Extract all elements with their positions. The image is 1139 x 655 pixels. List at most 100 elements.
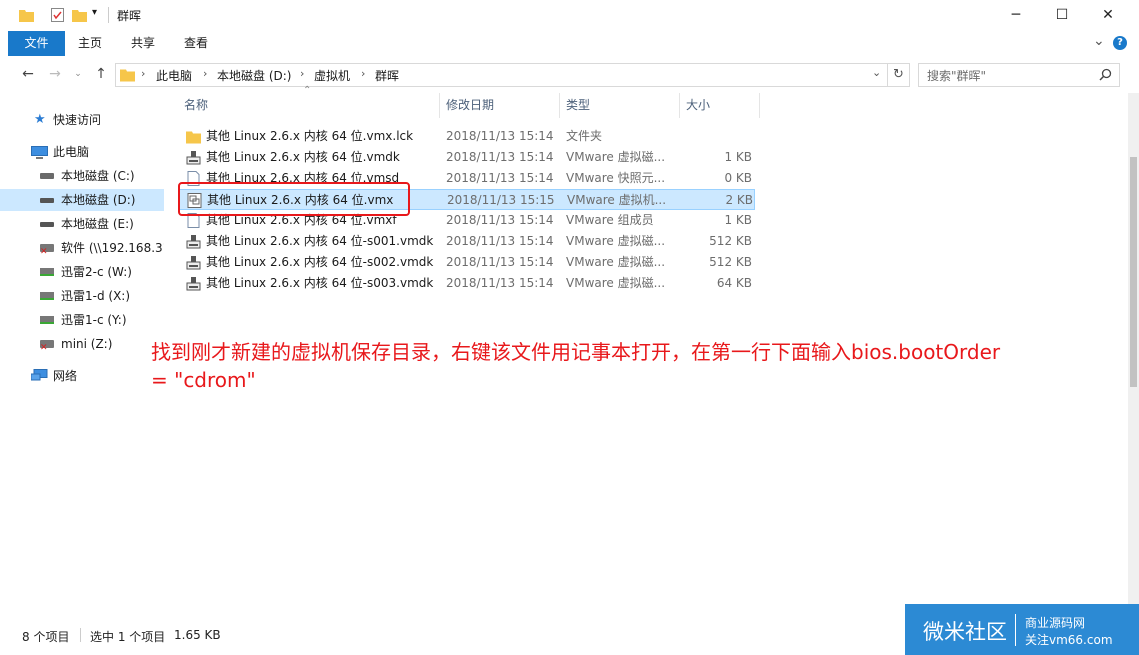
- nav-this-pc[interactable]: 此电脑: [0, 141, 164, 163]
- search-icon[interactable]: [1099, 68, 1112, 81]
- file-name: 其他 Linux 2.6.x 内核 64 位-s001.vmdk: [206, 234, 434, 248]
- search-placeholder: 搜索"群晖": [927, 69, 987, 83]
- nav-drive-c[interactable]: 本地磁盘 (C:): [0, 165, 164, 187]
- new-folder-icon[interactable]: [72, 8, 87, 22]
- annotation-line-1: 找到刚才新建的虚拟机保存目录，右键该文件用记事本打开，在第一行下面输入bios.…: [151, 340, 1001, 364]
- file-type: VMware 虚拟磁...: [566, 255, 666, 269]
- system-drive-icon: [40, 173, 54, 179]
- file-row[interactable]: 其他 Linux 2.6.x 内核 64 位.vmx.lck 2018/11/13…: [178, 126, 755, 147]
- breadcrumb-this-pc[interactable]: 此电脑: [156, 67, 192, 84]
- vertical-scrollbar[interactable]: [1128, 93, 1139, 623]
- file-date: 2018/11/13 15:14: [446, 150, 554, 164]
- vmdk-icon: [186, 255, 201, 270]
- column-header-type[interactable]: 类型: [560, 93, 680, 118]
- file-type: VMware 虚拟磁...: [566, 276, 666, 290]
- quick-access-dropdown-icon[interactable]: ▾: [92, 7, 97, 18]
- watermark-logo: 微米社区 商业源码网 关注vm66.com: [905, 604, 1139, 655]
- file-size: 1 KB: [724, 150, 752, 164]
- ribbon-tabs: 文件 主页 共享 查看 ⌄ ?: [0, 31, 1139, 57]
- scrollbar-thumb[interactable]: [1130, 157, 1137, 387]
- file-size: 512 KB: [709, 255, 752, 269]
- tab-view[interactable]: 查看: [176, 31, 216, 56]
- navigation-pane: ★ 快速访问 此电脑 本地磁盘 (C:) 本地磁盘 (D:) 本地磁盘 (E:)…: [0, 93, 166, 623]
- file-name: 其他 Linux 2.6.x 内核 64 位.vmdk: [206, 150, 400, 164]
- breadcrumb-chevron-icon[interactable]: ›: [300, 67, 304, 80]
- file-date: 2018/11/13 15:14: [446, 276, 554, 290]
- breadcrumb-qunhui[interactable]: 群晖: [375, 67, 399, 84]
- title-bar: ▾ 群晖 ─ ☐ ✕: [0, 0, 1139, 31]
- breadcrumb-vm[interactable]: 虚拟机: [314, 67, 350, 84]
- nav-label: 软件 (\\192.168.31: [61, 241, 164, 255]
- drive-icon: [40, 198, 54, 203]
- nav-network-drive-w[interactable]: 迅雷2-c (W:): [0, 261, 164, 283]
- ribbon-expand-icon[interactable]: ⌄: [1093, 33, 1105, 49]
- address-bar[interactable]: › 此电脑 › 本地磁盘 (D:) › 虚拟机 › 群晖 ⌄: [115, 63, 888, 87]
- nav-label: 本地磁盘 (E:): [61, 217, 134, 231]
- file-size: 512 KB: [709, 234, 752, 248]
- breadcrumb-chevron-icon[interactable]: ›: [361, 67, 365, 80]
- nav-network-drive-z[interactable]: ✕ mini (Z:): [0, 333, 164, 355]
- nav-quick-access[interactable]: ★ 快速访问: [0, 109, 164, 131]
- tab-share[interactable]: 共享: [123, 31, 163, 56]
- title-separator: [108, 7, 109, 23]
- nav-drive-d[interactable]: 本地磁盘 (D:): [0, 189, 164, 211]
- nav-label: 本地磁盘 (C:): [61, 169, 135, 183]
- nav-network-drive-software[interactable]: ✕ 软件 (\\192.168.31: [0, 237, 164, 259]
- search-input[interactable]: 搜索"群晖": [918, 63, 1120, 87]
- breadcrumb-chevron-icon[interactable]: ›: [203, 67, 207, 80]
- close-button[interactable]: ✕: [1085, 0, 1131, 31]
- help-icon[interactable]: ?: [1113, 36, 1127, 50]
- instruction-annotation: 找到刚才新建的虚拟机保存目录，右键该文件用记事本打开，在第一行下面输入bios.…: [151, 338, 1051, 394]
- selection-count: 选中 1 个项目: [90, 630, 166, 644]
- file-row[interactable]: 其他 Linux 2.6.x 内核 64 位-s003.vmdk 2018/11/…: [178, 273, 755, 294]
- nav-label: 迅雷2-c (W:): [61, 265, 132, 279]
- minimize-button[interactable]: ─: [993, 0, 1039, 31]
- column-header-size[interactable]: 大小: [680, 93, 760, 118]
- file-size: 64 KB: [716, 276, 752, 290]
- forward-arrow-icon[interactable]: →: [45, 64, 65, 84]
- nav-drive-e[interactable]: 本地磁盘 (E:): [0, 213, 164, 235]
- file-date: 2018/11/13 15:15: [447, 193, 555, 207]
- back-arrow-icon[interactable]: ←: [18, 64, 38, 84]
- address-dropdown-icon[interactable]: ⌄: [872, 66, 881, 79]
- file-date: 2018/11/13 15:14: [446, 234, 554, 248]
- network-drive-icon: [40, 316, 54, 324]
- file-row[interactable]: 其他 Linux 2.6.x 内核 64 位-s001.vmdk 2018/11/…: [178, 231, 755, 252]
- nav-label: 此电脑: [53, 145, 90, 159]
- nav-network-drive-y[interactable]: 迅雷1-c (Y:): [0, 309, 164, 331]
- vmdk-icon: [186, 234, 201, 249]
- nav-network-drive-x[interactable]: 迅雷1-d (X:): [0, 285, 164, 307]
- breadcrumb-chevron-icon[interactable]: ›: [141, 67, 145, 80]
- nav-network[interactable]: 网络: [0, 365, 164, 387]
- recent-locations-icon[interactable]: ⌄: [68, 64, 88, 84]
- column-header-name[interactable]: 名称: [178, 93, 440, 118]
- computer-icon: [31, 146, 48, 159]
- column-divider[interactable]: [759, 93, 760, 118]
- up-arrow-icon[interactable]: ↑: [91, 64, 111, 84]
- refresh-icon[interactable]: ↻: [888, 63, 910, 87]
- disconnected-network-drive-icon: ✕: [40, 340, 54, 353]
- tab-home[interactable]: 主页: [70, 31, 110, 56]
- window-title: 群晖: [117, 9, 142, 23]
- nav-label: 快速访问: [53, 113, 102, 127]
- file-date: 2018/11/13 15:14: [446, 129, 554, 143]
- tab-file[interactable]: 文件: [8, 31, 65, 56]
- file-type: VMware 组成员: [566, 213, 654, 227]
- file-type: VMware 虚拟磁...: [566, 234, 666, 248]
- network-drive-icon: [40, 268, 54, 276]
- file-row[interactable]: 其他 Linux 2.6.x 内核 64 位-s002.vmdk 2018/11/…: [178, 252, 755, 273]
- file-row[interactable]: 其他 Linux 2.6.x 内核 64 位.vmdk 2018/11/13 15…: [178, 147, 755, 168]
- properties-icon[interactable]: [51, 8, 64, 22]
- vmdk-icon: [186, 276, 201, 291]
- column-header-date[interactable]: 修改日期: [440, 93, 560, 118]
- annotation-line-2: = "cdrom": [151, 368, 256, 392]
- network-drive-icon: [40, 292, 54, 300]
- selection-size: 1.65 KB: [174, 628, 221, 642]
- maximize-button[interactable]: ☐: [1039, 0, 1085, 31]
- file-type: VMware 虚拟机...: [567, 193, 667, 207]
- watermark-main-text: 微米社区: [923, 620, 1007, 644]
- breadcrumb-drive-d[interactable]: 本地磁盘 (D:): [217, 67, 291, 84]
- vmdk-icon: [186, 150, 201, 165]
- folder-icon: [120, 69, 135, 82]
- file-type: VMware 虚拟磁...: [566, 150, 666, 164]
